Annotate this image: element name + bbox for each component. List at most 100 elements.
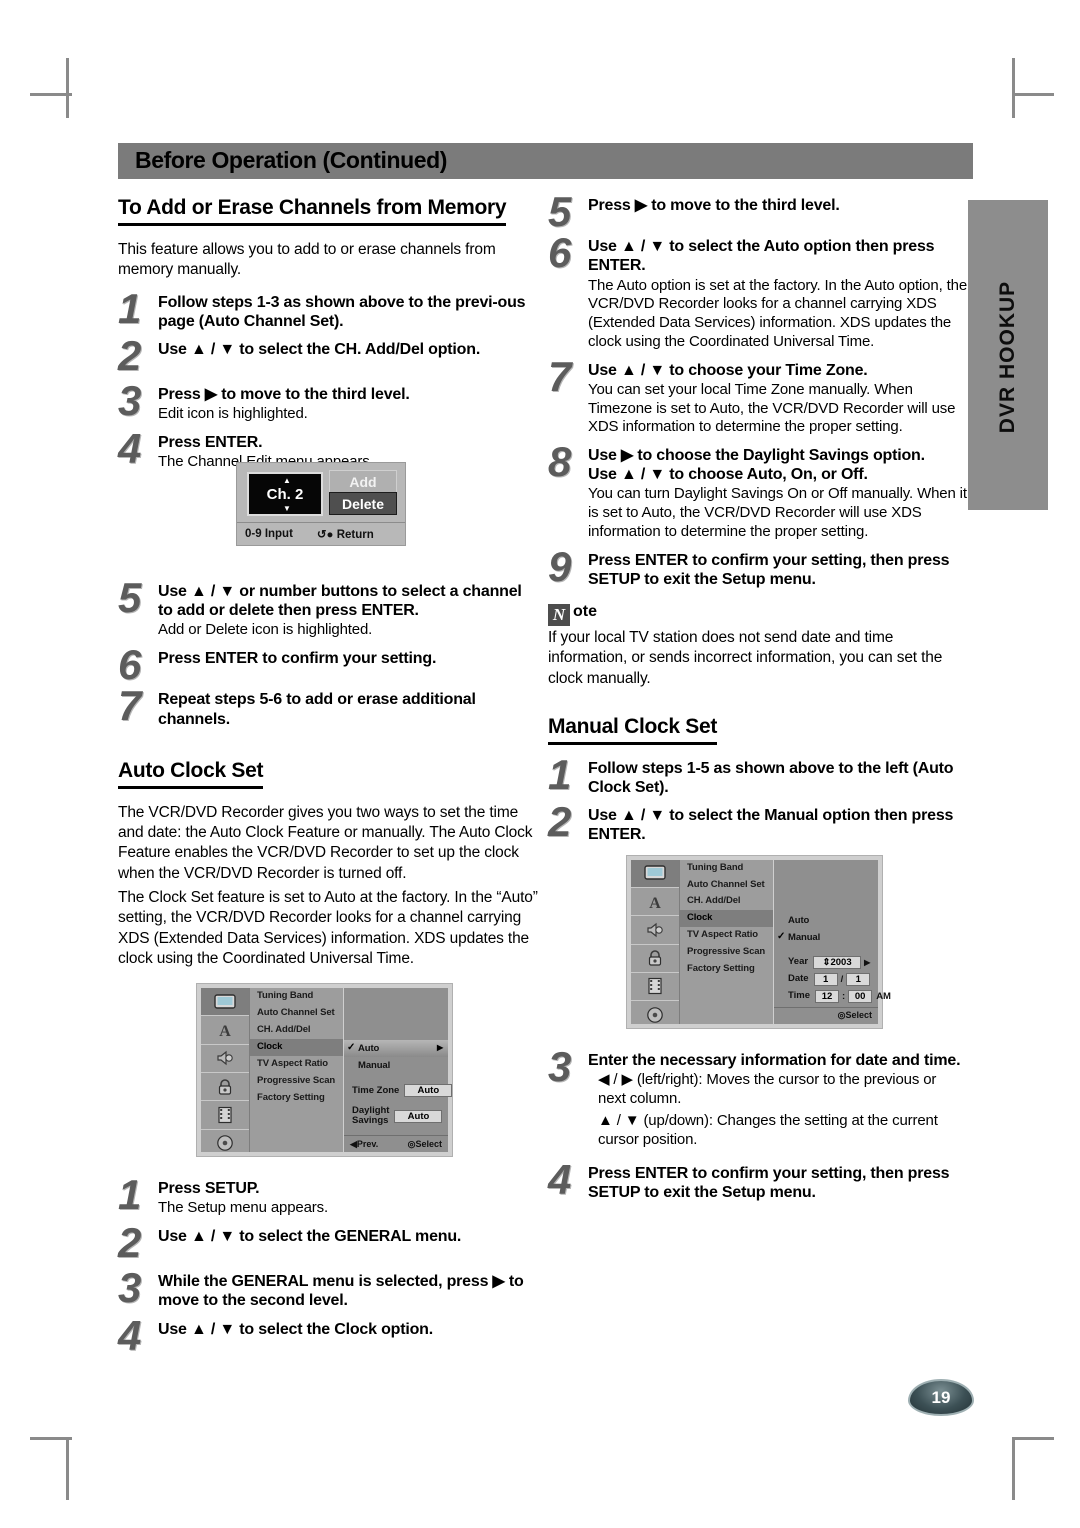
osd-option-auto-label: Auto: [788, 914, 810, 926]
crop-mark-top-right-v: [1012, 58, 1015, 118]
step-heading: Use ▲ / ▼ to select the CH. Add/Del opti…: [158, 340, 481, 358]
osd-icon-rail: A: [631, 859, 680, 1024]
osd-channel-box[interactable]: ▲ Ch. 2 ▼: [247, 472, 323, 516]
osd-icon-film[interactable]: [201, 1101, 249, 1130]
osd-menu-item-ch-add-del[interactable]: CH. Add/Del: [250, 1022, 343, 1039]
step-heading-secondary: Use ▲ / ▼ to choose Auto, On, or Off.: [588, 466, 868, 484]
step-heading: Press ENTER to confirm your setting.: [158, 650, 437, 668]
check-icon: ✓: [347, 1042, 356, 1054]
osd-menu-item-ch-add-del[interactable]: CH. Add/Del: [680, 893, 773, 910]
osd-icon-disc[interactable]: [631, 1001, 679, 1028]
osd-bar-select[interactable]: ◎Select: [408, 1139, 442, 1150]
osd-delete-button[interactable]: Delete: [329, 492, 397, 515]
step-number: 1: [118, 1171, 142, 1219]
osd-add-button[interactable]: Add: [329, 470, 397, 493]
osd-menu-item-clock[interactable]: Clock: [250, 1038, 343, 1056]
osd-icon-language[interactable]: A: [631, 888, 679, 917]
osd-footer-return-hint[interactable]: ↺● Return: [317, 527, 374, 541]
step-number: 5: [118, 574, 142, 622]
osd-field-time[interactable]: Time 12 : 00 AM: [774, 988, 891, 1005]
step-number: 3: [548, 1042, 572, 1090]
osd-option-panel: Auto ✓ Manual Year ⇕2003 ▶ Date 1 / 1 Ti…: [774, 859, 891, 1024]
crop-mark-bottom-right-h: [1012, 1437, 1054, 1440]
osd-status-bar: ◎Select: [774, 1006, 878, 1024]
osd-field-timezone-value[interactable]: Auto: [404, 1084, 453, 1098]
osd-icon-lock[interactable]: [201, 1073, 249, 1102]
chevron-right-icon: ▶: [864, 957, 871, 967]
osd-menu-item-clock[interactable]: Clock: [680, 910, 773, 928]
osd-field-time-hour[interactable]: 12: [815, 989, 840, 1003]
osd-field-daylight-value[interactable]: Auto: [394, 1109, 443, 1123]
osd-icon-disc[interactable]: [201, 1130, 249, 1157]
osd-icon-audio[interactable]: [201, 1045, 249, 1073]
step-subtext: ◀ / ▶ (left/right): Moves the cursor to …: [598, 1070, 937, 1107]
osd-icon-audio[interactable]: [631, 916, 679, 945]
osd-icon-language[interactable]: A: [201, 1016, 249, 1045]
step-subtext: The Auto option is set at the factory. I…: [588, 276, 968, 350]
auto-clock-paragraph-1: The VCR/DVD Recorder gives you two ways …: [118, 803, 533, 882]
osd-menu-item-auto-channel-set[interactable]: Auto Channel Set: [250, 1005, 343, 1022]
osd-bar-prev[interactable]: ◀Prev.: [350, 1139, 378, 1150]
arrow-down-icon: ▼: [283, 504, 291, 513]
note-badge-icon: N: [548, 604, 570, 626]
step-item: 3 While the GENERAL menu is selected, pr…: [118, 1267, 538, 1310]
step-number: 7: [548, 352, 572, 400]
osd-field-timezone-label: Time Zone: [352, 1084, 400, 1096]
osd-time-separator: :: [842, 990, 846, 1002]
osd-bar-select[interactable]: ◎Select: [838, 1010, 872, 1021]
step-subtext: Edit icon is highlighted.: [158, 405, 308, 423]
osd-field-daylight-savings[interactable]: Daylight Savings Auto: [344, 1104, 448, 1128]
osd-menu-item-tuning-band[interactable]: Tuning Band: [680, 860, 773, 877]
osd-icon-lock[interactable]: [631, 945, 679, 973]
osd-field-date-day[interactable]: 1: [846, 972, 871, 986]
osd-footer-input-hint: 0-9 Input: [245, 528, 293, 540]
step-heading: Use ▶ to choose the Daylight Savings opt…: [588, 447, 925, 464]
osd-option-manual[interactable]: Manual: [344, 1057, 448, 1074]
note-label: ote: [573, 603, 597, 620]
osd-menu-list: Tuning Band Auto Channel Set CH. Add/Del…: [680, 859, 773, 1024]
osd-field-timezone[interactable]: Time Zone Auto: [344, 1082, 453, 1099]
osd-menu-item-auto-channel-set[interactable]: Auto Channel Set: [680, 877, 773, 894]
osd-date-separator: /: [840, 973, 844, 985]
osd-option-auto[interactable]: Auto: [774, 912, 878, 929]
step-heading: Use ▲ / ▼ to select the GENERAL menu.: [158, 1228, 462, 1246]
step-heading: Press SETUP.: [158, 1180, 260, 1198]
osd-field-time-ampm[interactable]: AM: [876, 991, 891, 1002]
osd-field-date-label: Date: [788, 973, 809, 985]
osd-menu-item-progressive-scan[interactable]: Progressive Scan: [250, 1073, 343, 1090]
step-heading: Use ▲ / ▼ or number buttons to select a …: [158, 583, 522, 620]
osd-field-year-value[interactable]: ⇕2003: [813, 955, 862, 969]
osd-field-daylight-label-line2: Savings: [352, 1115, 389, 1127]
osd-menu-item-tv-aspect-ratio[interactable]: TV Aspect Ratio: [680, 927, 773, 944]
step-heading: Follow steps 1-5 as shown above to the l…: [588, 759, 954, 797]
osd-menu-item-progressive-scan[interactable]: Progressive Scan: [680, 944, 773, 961]
osd-option-auto[interactable]: ✓ Auto ▶: [344, 1040, 448, 1058]
osd-option-manual-label: Manual: [358, 1060, 391, 1072]
step-number: 8: [548, 438, 572, 485]
osd-menu-item-tuning-band[interactable]: Tuning Band: [250, 988, 343, 1005]
osd-icon-rail: A: [201, 988, 250, 1153]
osd-icon-film[interactable]: [631, 973, 679, 1002]
side-tab-label: DVR HOOKUP: [996, 280, 1019, 434]
step-heading: Press ENTER.: [158, 434, 263, 452]
osd-menu-item-factory-setting[interactable]: Factory Setting: [680, 961, 773, 978]
osd-field-time-label: Time: [788, 990, 811, 1002]
osd-field-year[interactable]: Year ⇕2003 ▶: [774, 954, 878, 971]
step-item: 1 Follow steps 1-5 as shown above to the…: [548, 753, 968, 797]
osd-option-manual[interactable]: ✓ Manual: [774, 929, 878, 946]
osd-field-time-minute[interactable]: 00: [848, 989, 873, 1003]
step-item: 6 Use ▲ / ▼ to select the Auto option th…: [548, 232, 968, 351]
osd-icon-display[interactable]: [201, 988, 249, 1017]
osd-field-date[interactable]: Date 1 / 1: [774, 971, 878, 988]
step-number: 7: [118, 682, 142, 730]
osd-option-panel: ✓ Auto ▶ Manual Time Zone Auto Daylight …: [344, 988, 453, 1153]
osd-channel-edit-menu: ▲ Ch. 2 ▼ Add Delete 0-9 Input ↺● Return: [236, 462, 406, 546]
osd-field-date-month[interactable]: 1: [813, 972, 838, 986]
osd-menu-item-factory-setting[interactable]: Factory Setting: [250, 1090, 343, 1107]
step-heading: Use ▲ / ▼ to select the Clock option.: [158, 1320, 433, 1338]
chevron-right-icon: ▶: [436, 1043, 443, 1053]
crop-mark-top-left-v: [66, 58, 69, 118]
osd-menu-item-tv-aspect-ratio[interactable]: TV Aspect Ratio: [250, 1056, 343, 1073]
step-subtext: The Setup menu appears.: [158, 1199, 328, 1217]
osd-icon-display[interactable]: [631, 859, 679, 888]
